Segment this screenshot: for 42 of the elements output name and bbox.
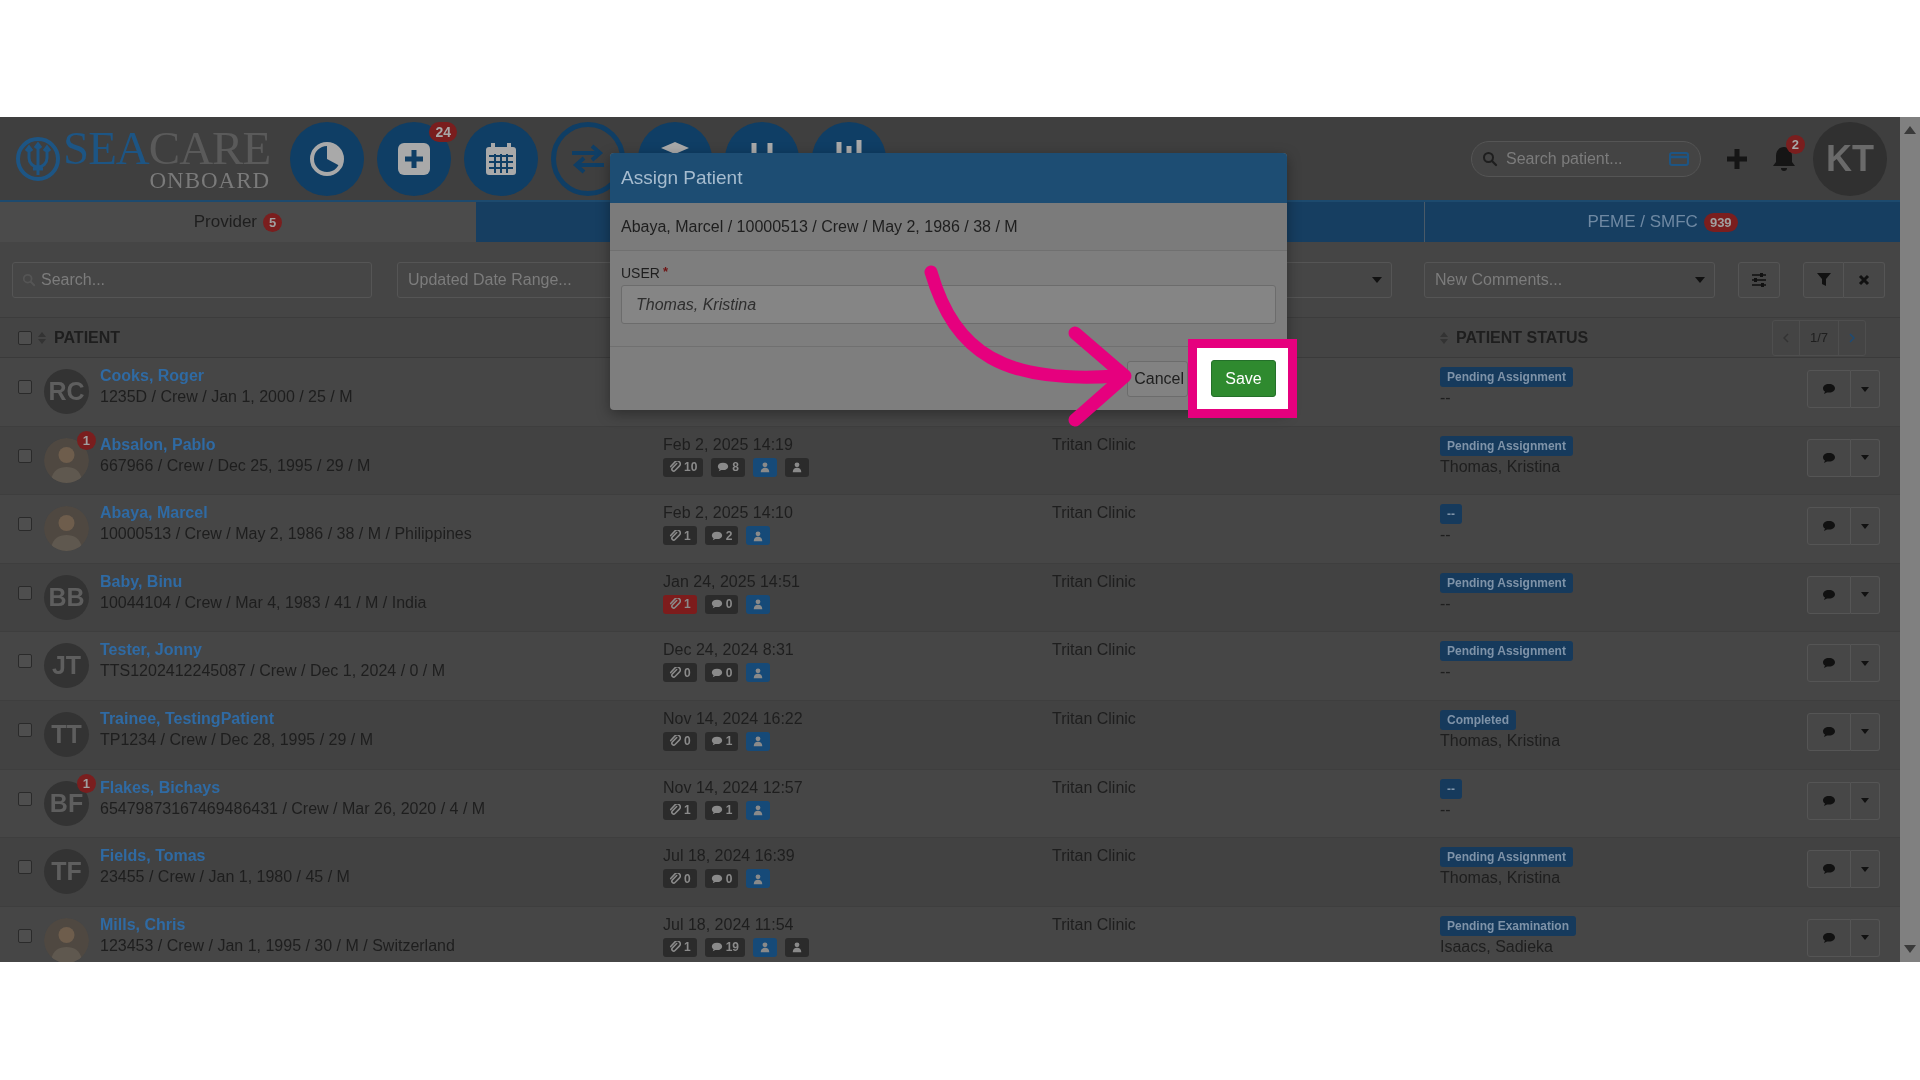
assignee-name: -- (1440, 594, 1451, 613)
tag-count: 1 (725, 734, 733, 749)
tag-count: 1 (684, 597, 691, 612)
required-mark: * (662, 264, 668, 279)
field-label: USER (621, 265, 660, 281)
patient-summary: Abaya, Marcel / 10000513 / Crew / May 2, 1986 / 38 / M (610, 203, 1287, 251)
tag-count: 8 (732, 460, 740, 475)
status-badge: Completed (1440, 709, 1516, 730)
status-badge: Pending Assignment (1440, 641, 1573, 662)
assignee-name: -- (1440, 389, 1451, 407)
status-badge: Pending Assignment (1440, 435, 1573, 456)
tag-count: 1 (684, 528, 691, 543)
status-badge: Pending Assignment (1440, 367, 1573, 387)
logo-tagline: ONBOARD (149, 169, 271, 192)
status-badge: -- (1440, 504, 1462, 525)
assignee-name: -- (1440, 663, 1451, 682)
modal-title: Assign Patient (621, 167, 743, 189)
assignee-name: -- (1440, 800, 1451, 819)
tag-count: 0 (684, 665, 691, 680)
count-badge: 939 (1703, 212, 1738, 232)
tag-count: 1 (725, 803, 733, 818)
assignee-name: -- (1440, 526, 1451, 545)
tag-count: 19 (725, 940, 740, 955)
tag-count: 1 (684, 940, 691, 955)
count-badge: 24 (429, 121, 457, 142)
status-badge: Pending Examination (1440, 915, 1576, 936)
tag-count: 0 (725, 597, 733, 612)
status-badge: -- (1440, 778, 1462, 799)
status-badge: Pending Assignment (1440, 847, 1573, 868)
tag-count: 0 (684, 871, 691, 886)
status-badge: Pending Assignment (1440, 572, 1573, 593)
tag-count: 2 (725, 528, 733, 543)
tag-count: 0 (725, 871, 733, 886)
notification-badge: 2 (1785, 134, 1805, 154)
count-badge: 5 (263, 212, 283, 232)
tag-count: 0 (725, 665, 733, 680)
tag-count: 1 (684, 803, 691, 818)
tab-label: PEME / SMFC (1587, 212, 1698, 232)
count-badge: 1 (76, 773, 96, 793)
tag-count: 0 (684, 734, 691, 749)
tag-count: 10 (684, 460, 698, 475)
count-badge: 1 (76, 430, 96, 450)
